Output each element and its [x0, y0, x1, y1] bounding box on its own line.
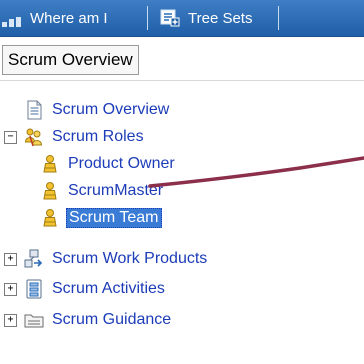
document-icon — [27, 100, 42, 120]
tree-sets-icon — [160, 9, 180, 27]
tree-item-scrum-team[interactable]: Scrum Team — [40, 205, 162, 231]
tab-divider — [278, 6, 279, 30]
work-products-icon — [24, 249, 43, 268]
tree-item-scrum-overview[interactable]: Scrum Overview — [24, 97, 171, 123]
navigation-tab-bar: Where am I Tree Sets — [0, 0, 364, 37]
tree-item-scrum-activities[interactable]: Scrum Activities — [24, 276, 167, 302]
tree-item-label: Product Owner — [68, 155, 175, 172]
tab-where-am-i-label: Where am I — [30, 9, 108, 27]
roles-group-icon — [24, 128, 43, 147]
expand-toggle[interactable]: + — [4, 283, 17, 296]
tab-divider — [147, 6, 148, 30]
tab-tree-sets-label: Tree Sets — [188, 9, 253, 27]
breadcrumb: Scrum Overview — [0, 38, 364, 86]
role-icon — [43, 209, 57, 227]
tree-item-label: ScrumMaster — [68, 182, 164, 199]
tree-item-scrum-work-products[interactable]: Scrum Work Products — [24, 246, 209, 272]
tab-where-am-i[interactable]: Where am I — [2, 7, 108, 29]
guidance-folder-icon — [24, 314, 44, 328]
role-icon — [43, 182, 57, 200]
tree-item-scrum-roles[interactable]: Scrum Roles — [24, 124, 146, 150]
tree-item-label: Scrum Activities — [52, 280, 165, 297]
breadcrumb-divider — [0, 80, 364, 81]
tree-item-scrum-guidance[interactable]: Scrum Guidance — [24, 307, 173, 333]
collapse-toggle[interactable]: − — [4, 131, 17, 144]
tree-item-product-owner[interactable]: Product Owner — [40, 151, 177, 177]
where-am-i-icon — [2, 17, 24, 27]
tree-item-label: Scrum Team — [66, 208, 162, 228]
breadcrumb-item[interactable]: Scrum Overview — [2, 45, 139, 75]
tree-item-label: Scrum Overview — [52, 101, 170, 118]
expand-toggle[interactable]: + — [4, 253, 17, 266]
tree-item-label: Scrum Roles — [52, 128, 144, 145]
activities-icon — [26, 279, 42, 299]
expand-toggle[interactable]: + — [4, 314, 17, 327]
tree-item-label: Scrum Guidance — [52, 311, 172, 328]
tab-tree-sets[interactable]: Tree Sets — [160, 7, 252, 29]
tree-item-scrummaster[interactable]: ScrumMaster — [40, 178, 165, 204]
tree-item-label: Scrum Work Products — [52, 250, 208, 267]
role-icon — [43, 155, 57, 173]
